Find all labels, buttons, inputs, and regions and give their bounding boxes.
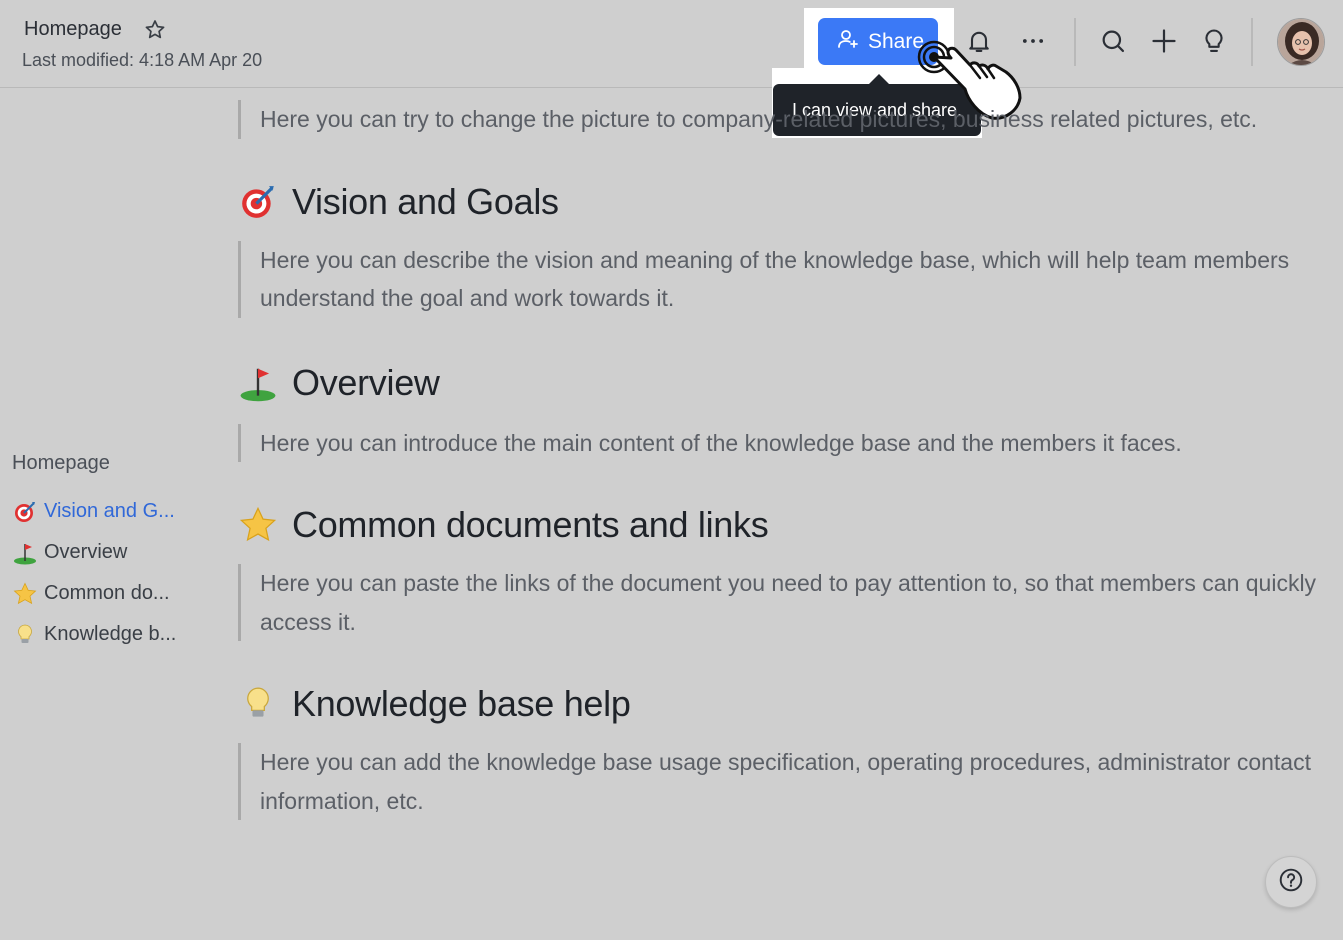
outline-item-label: Knowledge b...	[44, 623, 177, 645]
outline-item-overview[interactable]: Overview	[12, 532, 202, 573]
heading-text: Overview	[292, 361, 440, 403]
section-body: Here you can add the knowledge base usag…	[238, 743, 1318, 820]
add-user-icon	[836, 27, 860, 57]
outline-title[interactable]: Homepage	[12, 450, 202, 491]
search-icon[interactable]	[1098, 26, 1128, 56]
star-icon[interactable]	[143, 18, 167, 42]
outline-item-label: Overview	[44, 541, 128, 563]
header-divider	[1251, 18, 1253, 66]
outline-item-common-docs[interactable]: Common do...	[12, 573, 202, 614]
target-icon	[12, 499, 38, 525]
outline-item-knowledge-help[interactable]: Knowledge b...	[12, 614, 202, 655]
heading-text: Common documents and links	[292, 504, 769, 545]
avatar[interactable]	[1277, 18, 1325, 66]
golf-flag-icon	[238, 363, 278, 403]
heading-knowledge-help: Knowledge base help	[238, 683, 1318, 725]
plus-icon[interactable]	[1149, 26, 1179, 56]
heading-text: Knowledge base help	[292, 683, 631, 724]
golf-flag-icon	[12, 540, 38, 566]
heading-vision: Vision and Goals	[238, 181, 1318, 223]
intro-quote: Here you can try to change the picture t…	[238, 100, 1318, 139]
help-button[interactable]	[1265, 856, 1317, 908]
lightbulb-icon	[238, 684, 278, 724]
document-content: Here you can try to change the picture t…	[238, 92, 1318, 820]
target-icon	[238, 182, 278, 222]
section-body: Here you can introduce the main content …	[238, 423, 1318, 462]
section-body: Here you can paste the links of the docu…	[238, 564, 1318, 641]
outline-item-label: Vision and G...	[44, 500, 175, 522]
heading-text: Vision and Goals	[292, 180, 559, 222]
tooltip-arrow	[869, 74, 889, 84]
star-emoji-icon	[12, 581, 38, 607]
outline-item-label: Common do...	[44, 582, 170, 604]
heading-common-docs: Common documents and links	[238, 504, 1318, 546]
page-title: Homepage	[24, 18, 122, 40]
lightbulb-icon[interactable]	[1199, 26, 1229, 56]
heading-overview: Overview	[238, 362, 1318, 404]
last-modified-text: Last modified: 4:18 AM Apr 20	[22, 50, 263, 70]
header-divider	[1074, 18, 1076, 66]
lightbulb-icon	[12, 622, 38, 648]
question-mark-icon	[1278, 867, 1304, 898]
star-emoji-icon	[238, 505, 278, 545]
outline-item-vision[interactable]: Vision and G...	[12, 491, 202, 532]
document-outline: Homepage Vision and G... Overview Common…	[12, 450, 202, 655]
doc-header: Homepage Last modified: 4:18 AM Apr 20 S…	[0, 0, 1343, 88]
section-body: Here you can describe the vision and mea…	[238, 240, 1318, 318]
